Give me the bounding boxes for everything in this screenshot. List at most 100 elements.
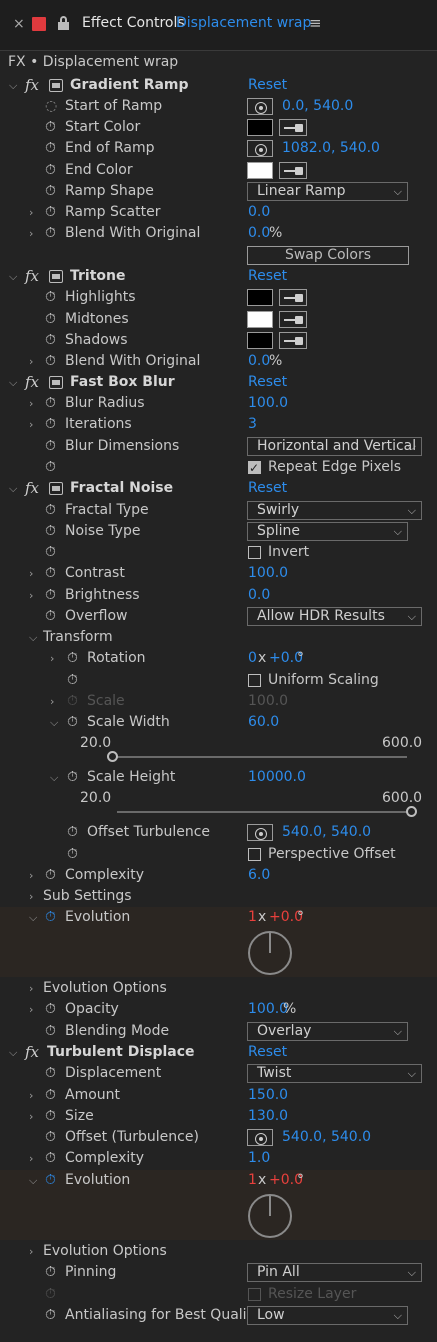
stopwatch-icon[interactable]: ⏱ (45, 351, 56, 372)
property-value[interactable]: 100.0 (248, 563, 288, 584)
stopwatch-icon[interactable]: ⏱ (45, 138, 56, 159)
chevron-right-icon[interactable]: › (29, 1241, 33, 1262)
effect-name[interactable]: Gradient Ramp (70, 75, 189, 96)
property-value[interactable]: 0.0, 540.0 (282, 96, 353, 117)
stopwatch-icon[interactable]: ⏱ (67, 767, 78, 788)
slider-handle[interactable] (107, 751, 118, 762)
stopwatch-icon[interactable]: ⏱ (67, 712, 78, 733)
stopwatch-icon[interactable]: ⏱ (45, 181, 56, 202)
chevron-right-icon[interactable]: › (29, 202, 33, 223)
stopwatch-active-icon[interactable]: ⏱ (45, 1170, 56, 1191)
ramp-shape-dropdown[interactable]: Linear Ramp ⌵ (247, 182, 408, 201)
effect-name[interactable]: Turbulent Displace (47, 1042, 195, 1063)
stopwatch-icon[interactable]: ⏱ (45, 1262, 56, 1283)
color-swatch[interactable] (247, 289, 273, 306)
chevron-down-icon[interactable]: ⌵ (9, 478, 17, 499)
fractal-type-dropdown[interactable]: Swirly ⌵ (247, 501, 422, 520)
eyedropper-icon[interactable] (279, 332, 307, 349)
stopwatch-icon[interactable]: ⏱ (45, 414, 56, 435)
antialiasing-dropdown[interactable]: Low ⌵ (247, 1306, 408, 1325)
stopwatch-icon[interactable]: ⏱ (67, 822, 78, 843)
chevron-right-icon[interactable]: › (29, 978, 33, 999)
uniform-scaling-checkbox[interactable] (248, 674, 261, 687)
pinning-dropdown[interactable]: Pin All ⌵ (247, 1263, 422, 1282)
chevron-right-icon[interactable]: › (29, 886, 33, 907)
effect-name[interactable]: Fast Box Blur (70, 372, 175, 393)
chevron-down-icon[interactable]: ⌵ (50, 712, 58, 733)
eyedropper-icon[interactable] (279, 119, 307, 136)
displacement-dropdown[interactable]: Twist ⌵ (247, 1064, 422, 1083)
stopwatch-icon[interactable]: ⏱ (45, 606, 56, 627)
swap-colors-button[interactable]: Swap Colors (247, 246, 409, 265)
stopwatch-icon[interactable]: ⏱ (45, 563, 56, 584)
perspective-offset-checkbox[interactable] (248, 848, 261, 861)
chevron-down-icon[interactable]: ⌵ (9, 266, 17, 287)
reset-button[interactable]: Reset (248, 478, 287, 499)
color-swatch[interactable] (247, 332, 273, 349)
fx-toggle-icon[interactable]: fx (25, 75, 39, 96)
stopwatch-icon[interactable]: ⏱ (45, 999, 56, 1020)
reset-button[interactable]: Reset (248, 1042, 287, 1063)
stopwatch-icon[interactable]: ⏱ (45, 330, 56, 351)
property-value[interactable]: 0.0 (248, 223, 270, 244)
close-icon[interactable]: × (13, 16, 25, 32)
blur-dimensions-dropdown[interactable]: Horizontal and Vertical ⌵ (247, 437, 422, 456)
property-value[interactable]: 6.0 (248, 865, 270, 886)
eyedropper-icon[interactable] (279, 289, 307, 306)
stopwatch-icon[interactable]: ⏱ (45, 393, 56, 414)
property-value[interactable]: 540.0, 540.0 (282, 822, 371, 843)
fx-toggle-icon[interactable]: fx (25, 372, 39, 393)
rotation-revolutions[interactable]: 0 (248, 648, 257, 669)
chevron-down-icon[interactable]: ⌵ (29, 1170, 37, 1191)
property-value[interactable]: 130.0 (248, 1106, 288, 1127)
property-value[interactable]: 60.0 (248, 712, 279, 733)
property-value[interactable]: 0.0 (248, 351, 270, 372)
stopwatch-icon[interactable]: ⏱ (45, 287, 56, 308)
fx-toggle-icon[interactable]: fx (25, 1042, 39, 1063)
eyedropper-icon[interactable] (279, 311, 307, 328)
stopwatch-icon[interactable]: ⏱ (45, 1127, 56, 1148)
chevron-right-icon[interactable]: › (29, 414, 33, 435)
group-label[interactable]: Evolution Options (43, 1241, 167, 1262)
stopwatch-icon[interactable]: ⏱ (45, 542, 56, 563)
eyedropper-icon[interactable] (279, 162, 307, 179)
stopwatch-icon[interactable]: ⏱ (45, 521, 56, 542)
slider-track[interactable] (110, 756, 407, 758)
slider-handle[interactable] (406, 806, 417, 817)
stopwatch-icon[interactable]: ◌ (45, 96, 57, 117)
panel-title[interactable]: Effect Controls (82, 15, 185, 31)
panel-layer-name[interactable]: Displacement wrap (176, 15, 311, 31)
property-value[interactable]: 1082.0, 540.0 (282, 138, 380, 159)
invert-checkbox[interactable] (248, 546, 261, 559)
stopwatch-icon[interactable]: ⏱ (45, 223, 56, 244)
property-value[interactable]: 100.0 (248, 393, 288, 414)
stopwatch-icon[interactable]: ⏱ (45, 500, 56, 521)
evolution-angle-dial[interactable] (248, 931, 292, 975)
lock-icon[interactable] (58, 16, 69, 30)
stopwatch-icon[interactable]: ⏱ (45, 436, 56, 457)
chevron-down-icon[interactable]: ⌵ (9, 1042, 17, 1063)
stopwatch-icon[interactable]: ⏱ (67, 670, 78, 691)
property-value[interactable]: 540.0, 540.0 (282, 1127, 371, 1148)
stopwatch-icon[interactable]: ⏱ (45, 1021, 56, 1042)
chevron-right-icon[interactable]: › (29, 1148, 33, 1169)
color-swatch[interactable] (247, 311, 273, 328)
point-picker-icon[interactable] (247, 824, 273, 841)
stopwatch-icon[interactable]: ⏱ (45, 865, 56, 886)
stopwatch-icon[interactable]: ⏱ (45, 1305, 56, 1326)
blending-mode-dropdown[interactable]: Overlay ⌵ (247, 1022, 408, 1041)
overflow-dropdown[interactable]: Allow HDR Results ⌵ (247, 607, 422, 626)
stopwatch-icon[interactable]: ⏱ (45, 1085, 56, 1106)
property-value[interactable]: 10000.0 (248, 767, 306, 788)
reset-button[interactable]: Reset (248, 75, 287, 96)
chevron-down-icon[interactable]: ⌵ (9, 372, 17, 393)
point-picker-icon[interactable] (247, 140, 273, 157)
stopwatch-icon[interactable]: ⏱ (45, 160, 56, 181)
panel-menu-icon[interactable]: ≡ (309, 14, 322, 32)
group-label[interactable]: Sub Settings (43, 886, 132, 907)
effect-name[interactable]: Tritone (70, 266, 126, 287)
chevron-down-icon[interactable]: ⌵ (29, 907, 37, 928)
stopwatch-icon[interactable]: ⏱ (67, 648, 78, 669)
property-value[interactable]: 0.0 (248, 202, 270, 223)
chevron-right-icon[interactable]: › (50, 648, 54, 669)
